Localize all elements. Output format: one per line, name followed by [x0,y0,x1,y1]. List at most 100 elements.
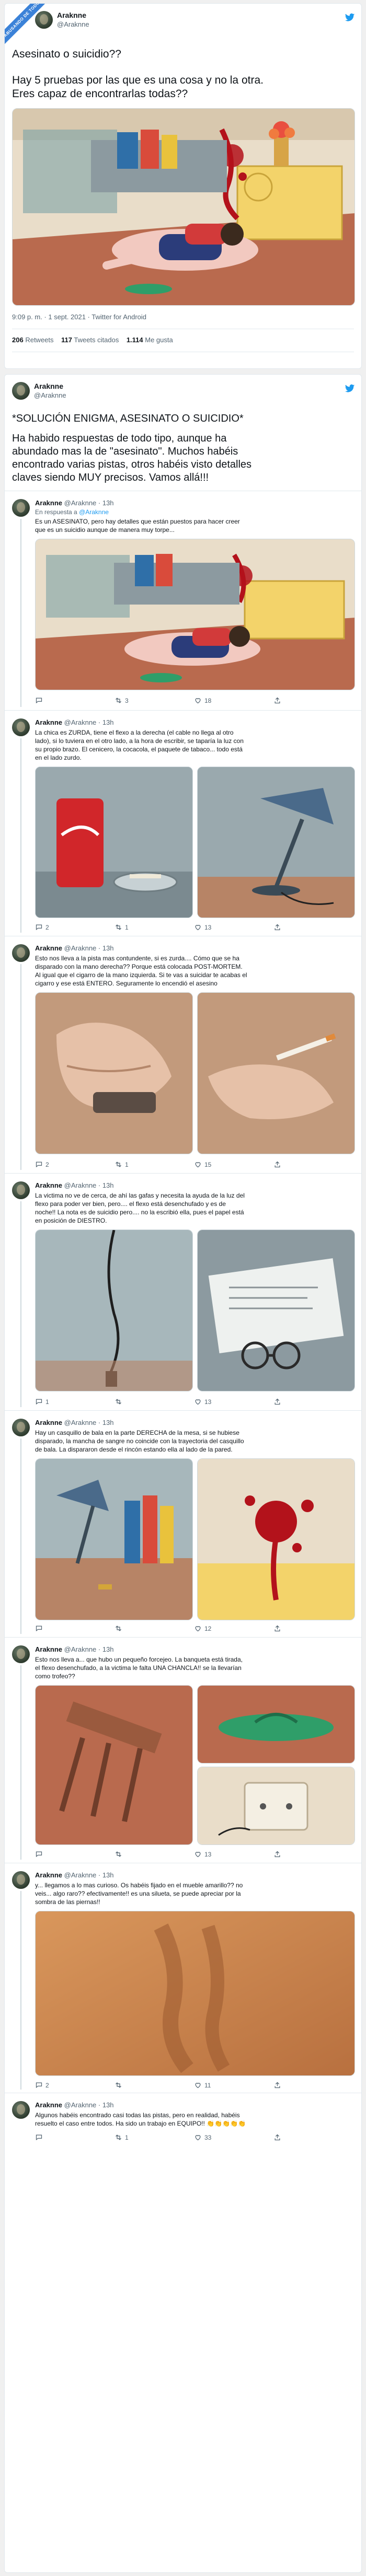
like-button[interactable]: 12 [194,1624,211,1632]
reply-time[interactable]: · 13h [98,1181,114,1189]
avatar[interactable] [12,1645,30,1663]
avatar[interactable] [12,1871,30,1889]
reply-button[interactable] [35,2133,45,2141]
reply-button[interactable] [35,697,45,704]
retweet-button[interactable] [115,1398,125,1406]
reply-tweet[interactable]: Araknne @Araknne · 13h Algunos habéis en… [5,2096,361,2148]
author-handle[interactable]: @Araknne [64,1871,97,1879]
reply-image-left[interactable] [35,767,193,918]
reply-button[interactable]: 2 [35,1161,49,1168]
reply-image-left[interactable] [35,1458,193,1620]
author-handle[interactable]: @Araknne [64,499,97,507]
share-button[interactable] [273,2133,281,2141]
reply-tweet[interactable]: Araknne @Araknne · 13h y... llegamos a l… [5,1866,361,2092]
reply-text-line: Algunos habéis encontrado casi todas las… [35,2111,240,2119]
reply-tweet[interactable]: Araknne @Araknne · 13h La chica es ZURDA… [5,713,361,935]
author-handle[interactable]: @Araknne [64,1645,97,1653]
share-button[interactable] [273,697,281,704]
retweet-button[interactable]: 1 [115,2133,129,2141]
avatar[interactable] [12,718,30,736]
like-button[interactable]: 13 [194,923,211,931]
author-handle[interactable]: @Araknne [64,1419,97,1426]
retweet-button[interactable]: 1 [115,1161,129,1168]
reply-image[interactable] [35,539,355,690]
reply-image-left[interactable] [35,1685,193,1845]
author-handle[interactable]: @Araknne [64,2101,97,2109]
quotes-count[interactable]: 117 [61,336,72,344]
solution-text-line: Ha habido respuestas de todo tipo, aunqu… [12,433,227,444]
in-reply-handle[interactable]: @Araknne [79,508,109,516]
author-name[interactable]: Araknne [35,1645,62,1653]
author-name[interactable]: Araknne [57,11,86,19]
author-handle[interactable]: @Araknne [64,944,97,952]
author-name[interactable]: Araknne [35,944,62,952]
share-button[interactable] [273,1161,281,1168]
author-handle[interactable]: @Araknne [34,391,66,399]
author-handle[interactable]: @Araknne [57,20,89,28]
reply-button[interactable] [35,1624,45,1632]
avatar[interactable] [12,1181,30,1199]
retweet-button[interactable]: 3 [115,697,129,704]
reply-time[interactable]: · 13h [98,2101,114,2109]
author-name[interactable]: Araknne [35,1419,62,1426]
retweet-button[interactable] [115,1624,125,1632]
reply-tweet[interactable]: Araknne @Araknne · 13h Esto nos lleva a … [5,939,361,1172]
author-name[interactable]: Araknne [34,382,63,390]
reply-button[interactable]: 2 [35,923,49,931]
reply-time[interactable]: · 13h [98,944,114,952]
reply-tweet[interactable]: Araknne @Araknne · 13h La victima no ve … [5,1176,361,1409]
reply-actions: 2 11 [5,2081,361,2091]
author-name[interactable]: Araknne [35,718,62,726]
reply-image-left[interactable] [35,1229,193,1391]
retweet-button[interactable]: 1 [115,923,129,931]
like-button[interactable]: 18 [194,697,211,704]
retweets-count[interactable]: 206 [12,336,24,344]
reply-image-right[interactable] [197,767,355,918]
share-button[interactable] [273,1624,281,1632]
reply-image-left[interactable] [35,992,193,1154]
reply-image-right[interactable] [197,992,355,1154]
crime-scene-image[interactable] [12,108,355,306]
author-handle[interactable]: @Araknne [64,1181,97,1189]
share-button[interactable] [273,1398,281,1406]
like-button[interactable]: 13 [194,1398,211,1406]
reply-tweet[interactable]: Araknne @Araknne · 13h Hay un casquillo … [5,1413,361,1636]
like-button[interactable]: 15 [194,1161,211,1168]
avatar[interactable] [35,11,53,29]
avatar[interactable] [12,1419,30,1436]
reply-image-right[interactable] [197,1229,355,1391]
reply-button[interactable]: 1 [35,1398,49,1406]
avatar[interactable] [12,382,30,400]
share-button[interactable] [273,923,281,931]
like-button[interactable]: 13 [194,1850,211,1858]
reply-time[interactable]: · 13h [98,1419,114,1426]
share-button[interactable] [273,1850,281,1858]
author-handle[interactable]: @Araknne [64,718,97,726]
avatar[interactable] [12,2101,30,2119]
reply-time[interactable]: · 13h [98,499,114,507]
retweet-button[interactable] [115,1850,125,1858]
likes-count[interactable]: 1.114 [127,336,143,344]
reply-button[interactable]: 2 [35,2081,49,2089]
author-name[interactable]: Araknne [35,2101,62,2109]
reply-button[interactable] [35,1850,45,1858]
reply-image-right-top[interactable] [197,1685,355,1763]
like-button[interactable]: 11 [194,2081,211,2089]
reply-image-right-bottom[interactable] [197,1767,355,1845]
author-name[interactable]: Araknne [35,1871,62,1879]
author-name[interactable]: Araknne [35,499,62,507]
like-button[interactable]: 33 [194,2133,211,2141]
reply-image[interactable] [35,1911,355,2076]
reply-image-right[interactable] [197,1458,355,1620]
reply-time[interactable]: · 13h [98,718,114,726]
avatar[interactable] [12,499,30,517]
share-button[interactable] [273,2081,281,2089]
author-name[interactable]: Araknne [35,1181,62,1189]
avatar[interactable] [12,944,30,962]
reply-tweet[interactable]: Araknne @Araknne · 13h En respuesta a @A… [5,494,361,709]
retweet-button[interactable] [115,2081,125,2089]
reply-time[interactable]: · 13h [98,1871,114,1879]
tweet-timestamp[interactable]: 9:09 p. m. · 1 sept. 2021 · Twitter for … [12,313,146,321]
reply-time[interactable]: · 13h [98,1645,114,1653]
reply-tweet[interactable]: Araknne @Araknne · 13h Esto nos lleva a.… [5,1640,361,1862]
